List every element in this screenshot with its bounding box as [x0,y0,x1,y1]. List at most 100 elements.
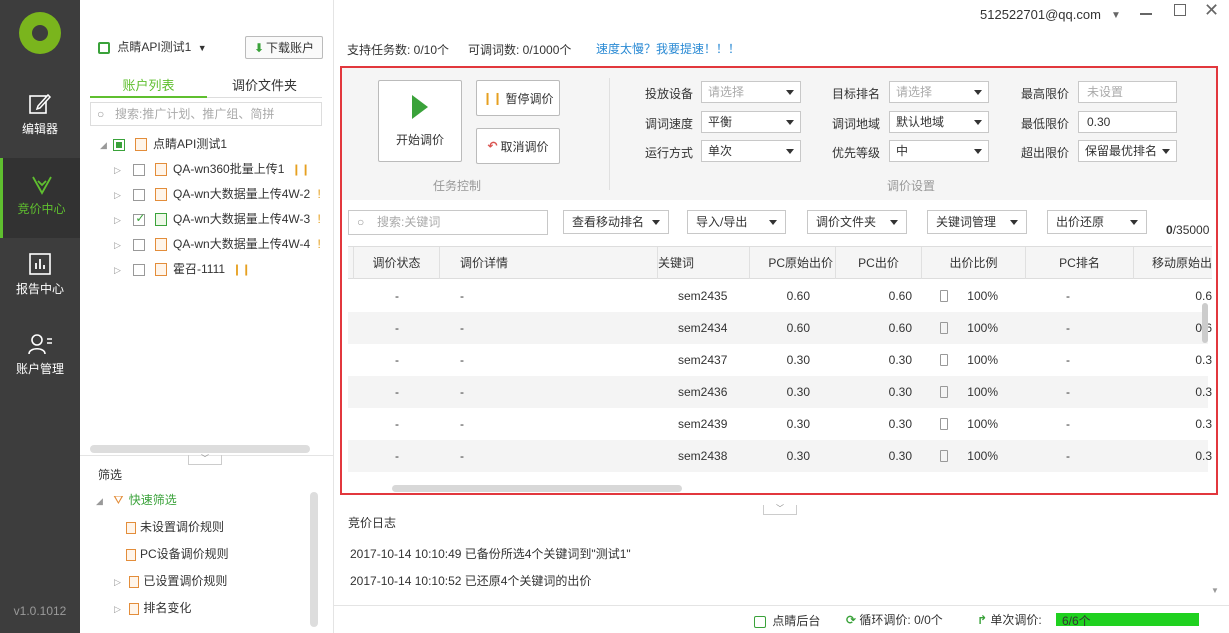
cell-bid-status-text: - [395,353,399,367]
col-bid-detail[interactable]: 调价详情 [440,247,658,279]
start-bid-button[interactable]: 开始调价 [378,80,462,162]
account-icon [98,41,110,54]
account-selector[interactable]: 点睛API测试1 ▼ [98,38,207,55]
filter-item[interactable]: 未设置调价规则 [126,515,224,540]
cell-bid-status: - [354,344,440,376]
single-bid-label: 单次调价: [990,613,1042,627]
mobile-rank-button[interactable]: 查看移动排名 [563,210,669,234]
import-export-button[interactable]: 导入/导出 [687,210,786,234]
tree-item-label: QA-wn大数据量上传4W-2 [173,187,311,201]
keyword-manage-button[interactable]: 关键词管理 [927,210,1027,234]
target-rank-select[interactable]: 请选择 [889,81,989,103]
keyword-search-input[interactable]: ○ 搜索:关键词 [348,210,548,235]
tab-bid-folder[interactable]: 调价文件夹 [207,74,322,98]
table-row[interactable]: - - sem2434 0.60 0.60 100% - 0.6 [348,312,1212,344]
selected-count: 0/35000 [1166,223,1209,237]
priority-select[interactable]: 中 [889,140,989,162]
cell-mobile-orig-bid-text: 0.6 [1195,289,1212,303]
tree-item[interactable]: ▷ QA-wn360批量上传1 ❙❙ [114,157,310,182]
collapse-toggle[interactable]: ﹀ [188,455,222,465]
user-menu-icon[interactable]: ▼ [1111,10,1121,21]
nav-bidding-center[interactable]: 竞价中心 [0,158,80,238]
region-select[interactable]: 默认地域 [889,111,989,133]
cancel-bid-button[interactable]: ↶ 取消调价 [476,128,560,164]
account-search-input[interactable]: ○ 搜索:推广计划、推广组、简拼 [90,102,322,126]
warning-icon: ! [317,237,321,251]
col-pc-orig-bid[interactable]: PC原始出价 [750,247,836,279]
tab-account-list[interactable]: 账户列表 [90,74,207,98]
table-row[interactable]: - - sem2439 0.30 0.30 100% - 0.3 [348,408,1212,440]
tree-checkbox[interactable] [133,238,146,251]
tree-checkbox[interactable] [133,163,146,176]
plan-icon [154,163,167,177]
chevron-down-icon: ▼ [197,43,207,53]
filter-scrollbar[interactable] [310,492,318,627]
tree-item[interactable]: ▷ QA-wn大数据量上传4W-2 ! [114,182,321,207]
close-icon[interactable]: ✕ [1204,0,1219,21]
col-bid-status[interactable]: 调价状态 [354,247,440,279]
nav-report-center[interactable]: 报告中心 [0,248,80,328]
filter-item[interactable]: PC设备调价规则 [126,542,229,567]
filter-icon: ⛛ [113,493,124,507]
table-row[interactable]: - - sem2437 0.30 0.30 100% - 0.3 [348,344,1212,376]
backend-link[interactable]: 点睛后台 [754,612,820,629]
tree-item[interactable]: ▷ 霍召-1111 ❙❙ [114,257,251,282]
table-vertical-scrollbar[interactable] [1202,303,1208,343]
tree-item[interactable]: ▷ ✓ QA-wn大数据量上传4W-3 ! [114,207,321,232]
col-pc-bid[interactable]: PC出价 [836,247,922,279]
filter-item[interactable]: ▷ 排名变化 [114,596,191,621]
cell-mobile-orig-bid: 0.3 [1134,376,1212,408]
table-row[interactable]: - - sem2438 0.30 0.30 100% - 0.3 [348,440,1212,472]
cell-pc-orig-bid-text: 0.60 [786,321,810,335]
user-email[interactable]: 512522701@qq.com [980,7,1101,22]
col-keyword[interactable]: 关键词 [658,247,750,279]
tree-checkbox[interactable] [133,263,146,276]
cell-keyword-text: sem2434 [678,321,728,335]
tree-checkbox-checked[interactable]: ✓ [133,211,145,226]
col-mobile-orig-bid[interactable]: 移动原始出 [1134,247,1212,279]
cell-pc-orig-bid-text: 0.60 [786,289,810,303]
exceed-select[interactable]: 保留最优排名 [1078,140,1177,162]
speed-select[interactable]: 平衡 [701,111,801,133]
nav-account-manage[interactable]: 账户管理 [0,328,80,408]
device-select[interactable]: 请选择 [701,81,801,103]
cell-pc-orig-bid: 0.30 [750,344,836,376]
table-row[interactable]: - - sem2436 0.30 0.30 100% - 0.3 [348,376,1212,408]
nav-editor[interactable]: 编辑器 [0,88,80,168]
mode-label: 运行方式 [645,146,694,160]
paused-icon: ❙❙ [291,164,311,176]
cell-pc-rank: - [1026,312,1134,344]
tree-root[interactable]: ◢ 点睛API测试1 [100,132,227,157]
tree-checkbox[interactable] [133,188,146,201]
undo-icon: ↶ [487,139,498,153]
mode-select[interactable]: 单次 [701,140,801,162]
log-scroll-down-icon[interactable]: ▼ [1211,586,1219,595]
cell-pc-rank-text: - [1066,353,1070,367]
max-price-input[interactable]: 未设置 [1078,81,1177,103]
pause-bid-button[interactable]: ❙❙ 暂停调价 [476,80,560,116]
speed-up-link[interactable]: 速度太慢？我要提速！！！ [596,40,740,57]
task-count: 支持任务数: 0/10个 [347,43,450,57]
minimize-icon[interactable] [1140,13,1152,15]
col-pc-rank[interactable]: PC排名 [1026,247,1134,279]
tree-item[interactable]: ▷ QA-wn大数据量上传4W-4 ! [114,232,321,257]
maximize-icon[interactable] [1174,4,1186,16]
download-account-button[interactable]: ⬇ 下载账户 [245,36,323,59]
cell-mobile-orig-bid-text: 0.3 [1195,353,1212,367]
min-price-input[interactable]: 0.30 [1078,111,1177,133]
bid-restore-button[interactable]: 出价还原 [1047,210,1147,234]
cycle-icon: ⟳ [846,613,857,627]
target-rank-label: 目标排名 [832,87,881,101]
table-row[interactable]: - - sem2435 0.60 0.60 100% - 0.6 [348,280,1212,312]
col-bid-ratio[interactable]: 出价比例 [922,247,1026,279]
tree-horizontal-scrollbar[interactable] [90,445,310,453]
nav-report-label: 报告中心 [15,282,64,296]
tree-checkbox[interactable] [113,138,126,151]
filter-item[interactable]: ▷ 已设置调价规则 [114,569,227,594]
log-collapse-toggle[interactable]: ﹀ [763,505,797,515]
quick-filter-node[interactable]: ◢ ⛛ 快速筛选 [96,488,177,513]
bid-folder-button[interactable]: 调价文件夹 [807,210,907,234]
table-horizontal-scrollbar[interactable] [392,485,682,492]
cell-bid-status: - [354,312,440,344]
cell-bid-status: - [354,440,440,472]
